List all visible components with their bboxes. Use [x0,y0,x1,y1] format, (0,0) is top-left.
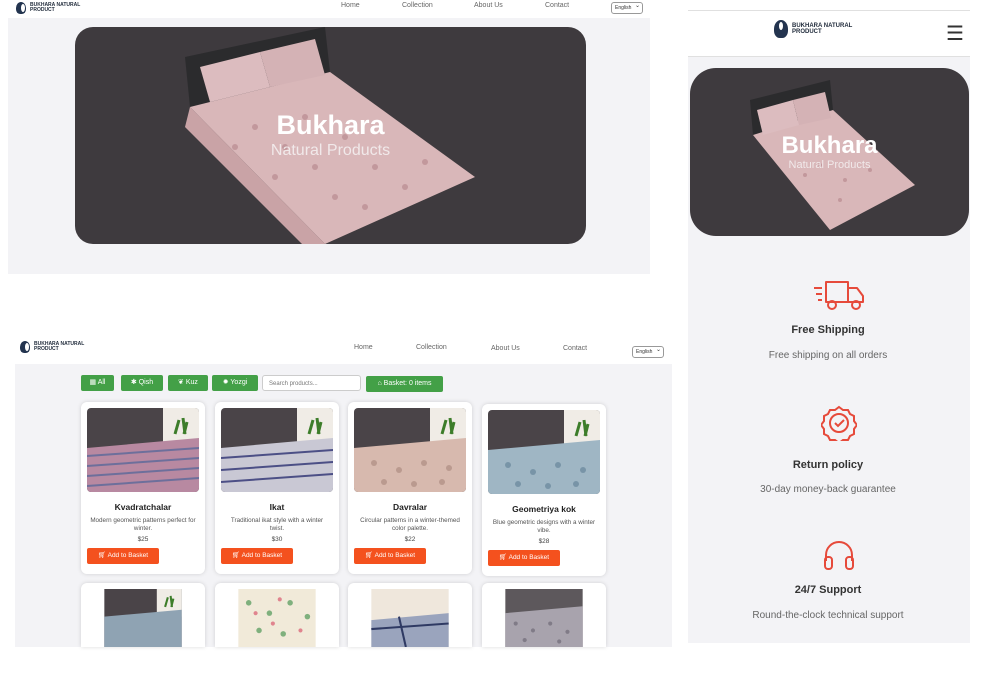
product-price: $25 [137,536,149,543]
feature-subtitle: Round-the-clock technical support [752,610,904,621]
product-image [354,408,466,492]
logo-icon [16,2,26,14]
feature-title: Return policy [792,459,864,471]
feature-title: 24/7 Support [794,584,862,596]
nav-about[interactable]: About Us [474,2,503,9]
product-description: Traditional ikat style with a winter twi… [230,517,324,532]
brand-logo[interactable]: BUKHARA NATURAL PRODUCT [20,341,94,353]
truck-icon [814,281,864,310]
add-to-basket-button[interactable]: 🛒︎ Add to Basket [221,548,293,564]
mobile-hero-banner: Bukhara Natural Products [690,68,969,236]
add-to-basket-button[interactable]: 🛒︎ Add to Basket [87,548,159,564]
product-name: Kvadratchalar [114,502,172,512]
logo-icon [20,341,30,353]
product-name: Ikat [269,502,285,512]
product-name: Davralar [392,502,428,512]
product-description: Blue geometric designs with a winter vib… [492,519,596,534]
filter-yozgi-button[interactable]: ✹ Yozgi [212,375,258,391]
cart-icon: 🛒︎ [231,552,241,559]
product-image [87,408,199,492]
product-image [104,589,182,647]
filter-kuz-button[interactable]: ❦ Kuz [168,375,208,391]
sun-icon: ✹ [222,379,229,386]
nav-collection[interactable]: Collection [416,344,447,351]
logo-icon [774,20,788,38]
product-image [221,408,333,492]
product-card[interactable] [81,583,205,647]
feature-subtitle: Free shipping on all orders [768,350,888,361]
brand-name-line2: PRODUCT [30,7,55,13]
product-price: $30 [271,536,283,543]
hero-title: Bukhara [276,110,385,140]
language-select[interactable]: English [632,346,664,358]
product-card[interactable]: Kvadratchalar Modern geometric patterns … [81,402,205,574]
badge-check-icon [821,405,857,441]
filter-all-button[interactable]: ▦ All [81,375,114,391]
product-image [505,589,583,647]
hamburger-menu-icon[interactable]: ☰ [946,21,964,46]
nav-contact[interactable]: Contact [545,2,569,9]
product-description: Circular patterns in a winter-themed col… [360,517,460,532]
nav-about[interactable]: About Us [491,345,520,352]
mobile-header: BUKHARA NATURAL PRODUCT ☰ [688,10,970,57]
cart-icon: 🛒︎ [364,552,374,559]
brand-logo[interactable]: BUKHARA NATURAL PRODUCT [16,2,90,14]
product-image [488,410,600,494]
product-card[interactable] [348,583,472,647]
search-input[interactable]: Search products... [262,375,361,391]
product-image [371,589,449,647]
snowflake-icon: ✱ [130,379,137,386]
product-card[interactable] [215,583,339,647]
language-select[interactable]: English [611,2,643,14]
desktop-header: BUKHARA NATURAL PRODUCT Home Collection A… [8,0,650,18]
product-price: $28 [538,538,550,545]
nav-collection[interactable]: Collection [402,2,433,9]
catalog-header: BUKHARA NATURAL PRODUCT Home Collection A… [15,336,672,364]
add-to-basket-button[interactable]: 🛒︎ Add to Basket [354,548,426,564]
basket-icon: ⌂ [377,380,382,387]
nav-home[interactable]: Home [341,2,360,9]
leaf-icon: ❦ [178,379,184,386]
desktop-hero-section: Bukhara Natural Products [8,18,650,274]
filter-qish-button[interactable]: ✱ Qish [121,375,163,391]
feature-title: Free Shipping [791,324,865,336]
product-card[interactable]: Davralar Circular patterns in a winter-t… [348,402,472,574]
basket-button[interactable]: ⌂ Basket: 0 items [366,376,443,392]
hero-banner: Bukhara Natural Products [75,27,586,244]
cart-icon: 🛒︎ [498,554,508,561]
brand-name-line2: PRODUCT [34,346,59,352]
product-name: Geometriya kok [512,504,576,514]
product-card[interactable]: Ikat Traditional ikat style with a winte… [215,402,339,574]
catalog-section: ▦ All ✱ Qish ❦ Kuz ✹ Yozgi Search produc… [15,364,672,647]
feature-subtitle: 30-day money-back guarantee [760,484,896,495]
cart-icon: 🛒︎ [97,552,107,559]
hero-title: Bukhara [781,132,878,159]
product-description: Modern geometric patterns perfect for wi… [90,517,196,532]
product-card[interactable]: Geometriya kok Blue geometric designs wi… [482,404,606,576]
nav-home[interactable]: Home [354,344,373,351]
product-card[interactable] [482,583,606,647]
nav-contact[interactable]: Contact [563,345,587,352]
mobile-screen: BUKHARA NATURAL PRODUCT ☰ Bukhara Natural… [688,10,970,643]
brand-logo[interactable]: BUKHARA NATURAL PRODUCT [774,20,872,38]
headphones-icon [824,541,854,570]
hero-subtitle: Natural Products [270,142,391,159]
grid-icon: ▦ [89,379,97,386]
hero-subtitle: Natural Products [788,159,871,171]
product-price: $22 [404,536,416,543]
brand-name-line2: PRODUCT [792,29,822,35]
product-image [238,589,316,647]
add-to-basket-button[interactable]: 🛒︎ Add to Basket [488,550,560,566]
